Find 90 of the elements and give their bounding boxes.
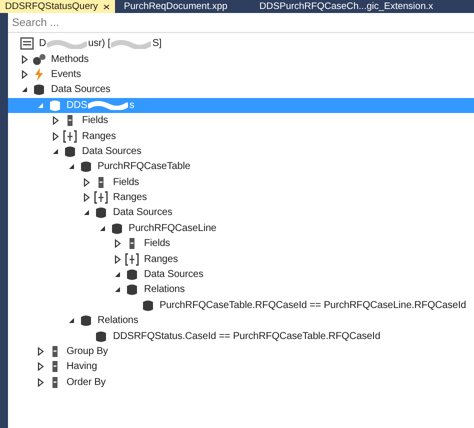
tree-item[interactable]: Fields [8, 174, 474, 190]
collapse-arrow-icon[interactable] [82, 208, 91, 218]
tree-item-label: s [129, 100, 134, 111]
tree-item[interactable]: Data Sources [8, 144, 474, 160]
expand-arrow-icon[interactable] [82, 178, 91, 187]
collapse-arrow-icon[interactable] [66, 162, 76, 172]
tree-item-label: Methods [51, 54, 89, 65]
tree-item-label: DDS [66, 100, 88, 111]
document-tab[interactable]: DDSPurchRFQCaseCh...gic_Extension.x [254, 0, 438, 13]
expand-arrow-icon[interactable] [36, 347, 44, 356]
collapse-arrow-icon[interactable] [98, 224, 106, 233]
collapse-arrow-icon[interactable] [20, 85, 29, 94]
tree-item[interactable]: Data Sources [8, 205, 474, 221]
redaction-scribble [47, 38, 88, 49]
database-icon [94, 206, 108, 220]
database-icon [110, 222, 124, 235]
tree-item-label: D [39, 38, 46, 50]
tree-item[interactable]: Ranges [8, 128, 474, 144]
expand-arrow-icon[interactable] [113, 239, 122, 248]
database-icon [48, 98, 62, 112]
tree-item[interactable]: DDSRFQStatus.CaseId == PurchRFQCaseTable.RFQCaseId [8, 328, 474, 344]
redaction-scribble [88, 100, 128, 110]
expand-arrow-icon[interactable] [36, 362, 44, 372]
collapse-arrow-icon[interactable] [113, 270, 122, 280]
tree-item[interactable]: Data Sources [8, 82, 474, 98]
tree-item-label: Fields [113, 176, 140, 188]
database-icon [94, 330, 108, 343]
tree-item-label: S] [152, 38, 162, 50]
tree-item[interactable]: Events [8, 66, 474, 82]
tree-item-label: Fields [82, 115, 108, 126]
lightning-icon [32, 68, 46, 81]
tree-item[interactable]: PurchRFQCaseTable.RFQCaseId == PurchRFQCaseLine.RFQCaseId [8, 298, 474, 314]
tree-item-label: Events [51, 68, 81, 80]
tree-item-label: Order By [66, 376, 106, 388]
tree-item-label: DDSRFQStatus.CaseId == PurchRFQCaseTable.RFQCaseId [113, 330, 380, 342]
tree-item[interactable]: Ranges [8, 251, 474, 267]
tree-item-label: Data Sources [113, 207, 172, 218]
tree-item-label: Ranges [113, 192, 147, 204]
database-icon [125, 283, 139, 296]
tree-item-label: Relations [98, 315, 138, 326]
database-icon [32, 83, 46, 96]
document-tab[interactable]: DDSRFQStatusQuery [0, 0, 115, 13]
tree-item[interactable]: Relations [8, 282, 474, 298]
tree-item-label: Having [66, 361, 98, 372]
tree-item[interactable]: Data Sources [8, 266, 474, 282]
expand-arrow-icon[interactable] [51, 132, 60, 141]
tree-item-label: Data Sources [144, 269, 204, 280]
tree-item[interactable]: Methods [8, 51, 474, 67]
collapse-arrow-icon[interactable] [113, 285, 122, 294]
tree-item-label: Data Sources [82, 146, 142, 157]
tree-item[interactable]: Fields [8, 112, 474, 128]
tree-item-label: Ranges [82, 130, 116, 142]
expand-arrow-icon[interactable] [20, 54, 29, 64]
expand-arrow-icon[interactable] [82, 193, 91, 202]
tree-item[interactable]: Order By [8, 374, 474, 390]
expand-arrow-icon[interactable] [36, 378, 44, 387]
collapse-arrow-icon[interactable] [51, 146, 60, 156]
database-icon [78, 160, 92, 174]
expand-arrow-icon[interactable] [20, 70, 29, 79]
tree-item[interactable]: D usr) [ S] [8, 36, 474, 52]
database-icon [140, 298, 154, 312]
tree-item-label: Ranges [144, 254, 178, 265]
tree-item[interactable]: Fields [8, 236, 474, 252]
document-tab[interactable]: PurchReqDocument.xpp [118, 0, 232, 13]
database-icon [125, 268, 139, 282]
close-icon[interactable] [102, 4, 110, 10]
database-icon [78, 314, 92, 328]
tree-item-label: usr) [ [88, 38, 110, 50]
tree-item[interactable]: PurchRFQCaseTable [8, 159, 474, 175]
tree-item-label: Data Sources [51, 84, 110, 96]
redaction-scribble [111, 38, 152, 49]
collapse-arrow-icon[interactable] [66, 316, 76, 326]
database-icon [63, 144, 77, 158]
tree-item-label: Relations [144, 284, 185, 296]
tree-item[interactable]: Relations [8, 313, 474, 328]
tree-item[interactable]: Ranges [8, 190, 474, 206]
range-icon [94, 191, 108, 204]
tree-item[interactable]: PurchRFQCaseLine [8, 220, 474, 236]
tree-item-label: PurchRFQCaseTable.RFQCaseId == PurchRFQCaseLine.RFQCaseId [160, 300, 466, 311]
expand-arrow-icon[interactable] [51, 116, 60, 126]
tree-item-label: PurchRFQCaseTable [98, 161, 190, 172]
tree-item-label: Group By [66, 346, 108, 357]
range-icon [125, 252, 139, 266]
expand-arrow-icon[interactable] [113, 254, 122, 264]
tree-item[interactable]: Having [8, 359, 474, 375]
tree-item-label: PurchRFQCaseLine [128, 222, 216, 234]
form-icon [20, 37, 34, 50]
tree-item[interactable]: Group By [8, 344, 474, 360]
range-icon [63, 130, 77, 143]
tree-item-label: Fields [144, 238, 170, 250]
